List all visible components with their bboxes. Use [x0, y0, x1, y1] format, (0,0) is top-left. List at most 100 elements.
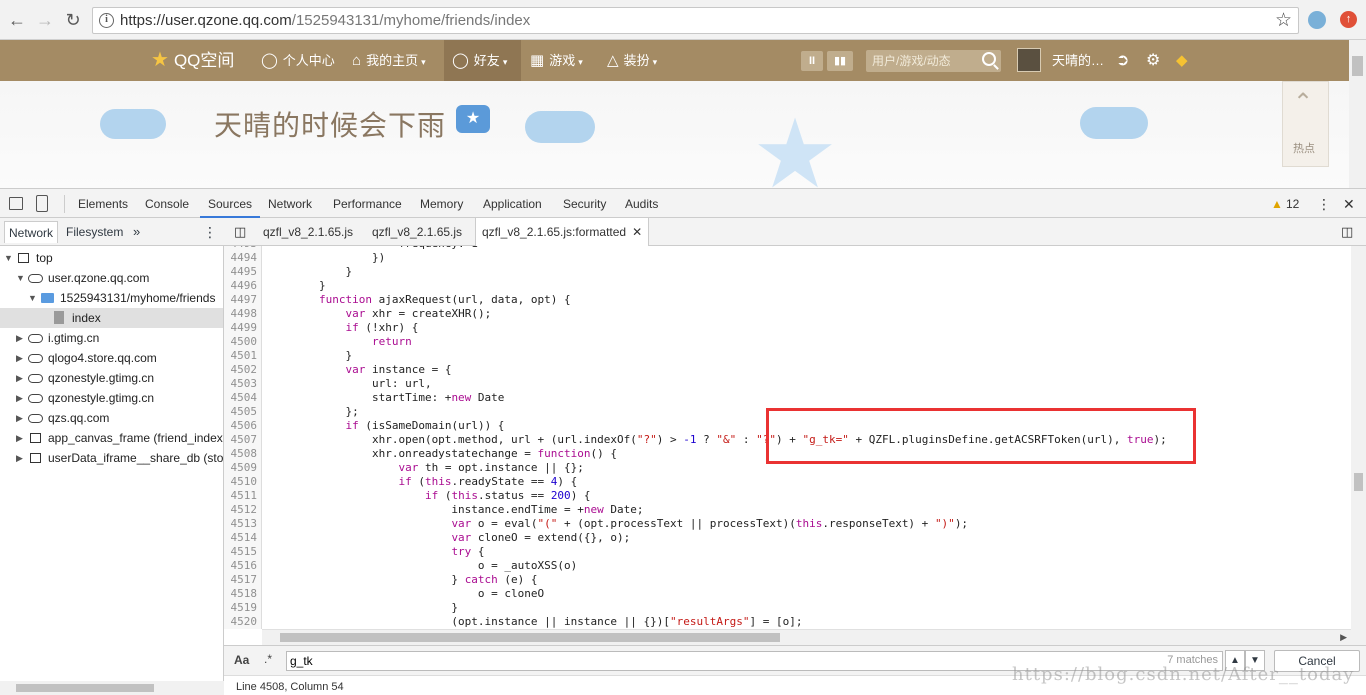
chevron-right-icon[interactable]: »: [133, 221, 140, 243]
regex-toggle[interactable]: .*: [264, 652, 272, 666]
stats-icon[interactable]: ▮▮: [827, 51, 853, 71]
code-line[interactable]: var instance = {: [262, 363, 1351, 377]
tab-security[interactable]: Security: [563, 189, 606, 218]
code-line[interactable]: }): [262, 251, 1351, 265]
update-icon[interactable]: ↑: [1340, 11, 1357, 28]
reload-icon[interactable]: ↻: [61, 8, 85, 32]
tree-item[interactable]: ▶ qzonestyle.gtimg.cn: [0, 368, 223, 388]
forward-icon[interactable]: →: [33, 8, 57, 32]
pause-icon[interactable]: II: [801, 51, 823, 71]
home-icon: ⌂: [352, 52, 362, 69]
cursor-position: Line 4508, Column 54: [236, 681, 344, 693]
toggle-navigator-icon[interactable]: ◫: [234, 218, 246, 246]
more-icon[interactable]: ⋮: [1317, 189, 1331, 218]
vip-badge-icon[interactable]: ★: [456, 105, 490, 133]
scrollbar-thumb[interactable]: [1354, 473, 1363, 491]
navigator-scrollbar[interactable]: [0, 681, 224, 695]
code-line[interactable]: return: [262, 335, 1351, 349]
code-line[interactable]: try {: [262, 545, 1351, 559]
editor-hscrollbar[interactable]: ▶: [262, 629, 1351, 645]
editor-tab[interactable]: qzfl_v8_2.1.65.js: [263, 218, 353, 246]
gear-icon[interactable]: ⚙: [1146, 40, 1160, 81]
nav-friends[interactable]: ◯ 好友 ▾: [452, 40, 507, 81]
tab-network[interactable]: Network: [268, 189, 312, 218]
inspect-icon[interactable]: [9, 197, 23, 210]
close-icon[interactable]: ✕: [632, 225, 642, 239]
code-line[interactable]: if (this.status == 200) {: [262, 489, 1351, 503]
logout-icon[interactable]: ➲: [1116, 40, 1129, 81]
tree-item[interactable]: ▶ qzs.qq.com: [0, 408, 223, 428]
code-line[interactable]: url: url,: [262, 377, 1351, 391]
info-icon[interactable]: i: [99, 13, 114, 28]
code-line[interactable]: }: [262, 349, 1351, 363]
warning-icon[interactable]: ▲: [1271, 189, 1283, 218]
tab-elements[interactable]: Elements: [78, 189, 128, 218]
scrollbar-thumb[interactable]: [1352, 56, 1363, 76]
tree-item[interactable]: ▶ qlogo4.store.qq.com: [0, 348, 223, 368]
code-line[interactable]: instance.endTime = +new Date;: [262, 503, 1351, 517]
nav-my-home[interactable]: ⌂ 我的主页 ▾: [352, 40, 426, 81]
tree-item[interactable]: ▼ top: [0, 248, 223, 268]
back-icon[interactable]: ←: [5, 8, 29, 32]
tree-item[interactable]: ▶ app_canvas_frame (friend_index.h: [0, 428, 223, 448]
device-icon[interactable]: [36, 195, 48, 212]
toggle-debugger-icon[interactable]: ◫: [1341, 218, 1353, 246]
code-line[interactable]: }: [262, 279, 1351, 293]
diamond-icon[interactable]: ◆: [1176, 40, 1188, 81]
nav-tab-network[interactable]: Network: [4, 221, 59, 243]
extension-icon[interactable]: [1308, 11, 1326, 29]
hot-panel[interactable]: ⌃ 热点: [1282, 81, 1329, 167]
chevron-up-icon[interactable]: ⌃: [1293, 88, 1313, 117]
code-line[interactable]: var cloneO = extend({}, o);: [262, 531, 1351, 545]
tab-performance[interactable]: Performance: [333, 189, 402, 218]
tree-item[interactable]: ▼ user.qzone.qq.com: [0, 268, 223, 288]
editor-tab[interactable]: qzfl_v8_2.1.65.js: [372, 218, 462, 246]
close-icon[interactable]: ✕: [1343, 189, 1355, 218]
tab-audits[interactable]: Audits: [625, 189, 658, 218]
qzone-logo[interactable]: ★ QQ空间: [151, 40, 234, 81]
qzone-search-input[interactable]: [866, 50, 978, 72]
address-bar[interactable]: i https://user.qzone.qq.com/1525943131/m…: [92, 7, 1299, 34]
tree-item[interactable]: ▼ 1525943131/myhome/friends: [0, 288, 223, 308]
star-icon[interactable]: ☆: [1275, 9, 1292, 32]
code-line[interactable]: startTime: +new Date: [262, 391, 1351, 405]
scrollbar-thumb[interactable]: [280, 633, 780, 642]
match-case-toggle[interactable]: Aa: [234, 653, 249, 667]
tab-console[interactable]: Console: [145, 189, 189, 218]
nav-tab-filesystem[interactable]: Filesystem: [66, 221, 123, 243]
tab-sources[interactable]: Sources: [200, 189, 261, 218]
code-line[interactable]: if (this.readyState == 4) {: [262, 475, 1351, 489]
tab-memory[interactable]: Memory: [420, 189, 463, 218]
warning-count[interactable]: 12: [1286, 189, 1299, 218]
tree-item-selected[interactable]: index: [0, 308, 223, 328]
code-line[interactable]: o = _autoXSS(o): [262, 559, 1351, 573]
page-scrollbar[interactable]: [1349, 40, 1366, 188]
code-line[interactable]: (opt.instance || instance || {})["result…: [262, 615, 1351, 629]
code-line[interactable]: var xhr = createXHR();: [262, 307, 1351, 321]
avatar[interactable]: [1017, 48, 1041, 72]
code-line[interactable]: var o = eval("(" + (opt.processText || p…: [262, 517, 1351, 531]
code-line[interactable]: if (!xhr) {: [262, 321, 1351, 335]
cloud-icon: [28, 334, 43, 343]
tree-item[interactable]: ▶ userData_iframe__share_db (stor: [0, 448, 223, 468]
username[interactable]: 天晴的…: [1052, 40, 1104, 81]
editor-vscrollbar[interactable]: [1351, 246, 1366, 645]
nav-dress-up[interactable]: △ 装扮 ▾: [607, 40, 657, 81]
scrollbar-thumb[interactable]: [16, 684, 154, 692]
tab-application[interactable]: Application: [483, 189, 542, 218]
scroll-right-icon[interactable]: ▶: [1340, 630, 1347, 645]
cloud-icon: [28, 354, 43, 363]
qzone-search[interactable]: [866, 50, 1001, 72]
nav-games[interactable]: ▦ 游戏 ▾: [530, 40, 583, 81]
code-line[interactable]: function ajaxRequest(url, data, opt) {: [262, 293, 1351, 307]
code-line[interactable]: }: [262, 601, 1351, 615]
code-line[interactable]: o = cloneO: [262, 587, 1351, 601]
code-line[interactable]: } catch (e) {: [262, 573, 1351, 587]
search-icon[interactable]: [982, 52, 996, 66]
more-icon[interactable]: ⋮: [203, 221, 217, 243]
tree-item[interactable]: ▶ i.gtimg.cn: [0, 328, 223, 348]
nav-personal-center[interactable]: ◯ 个人中心: [261, 40, 335, 81]
editor-tab-active[interactable]: qzfl_v8_2.1.65.js:formatted ✕: [475, 218, 650, 247]
code-line[interactable]: }: [262, 265, 1351, 279]
tree-item[interactable]: ▶ qzonestyle.gtimg.cn: [0, 388, 223, 408]
